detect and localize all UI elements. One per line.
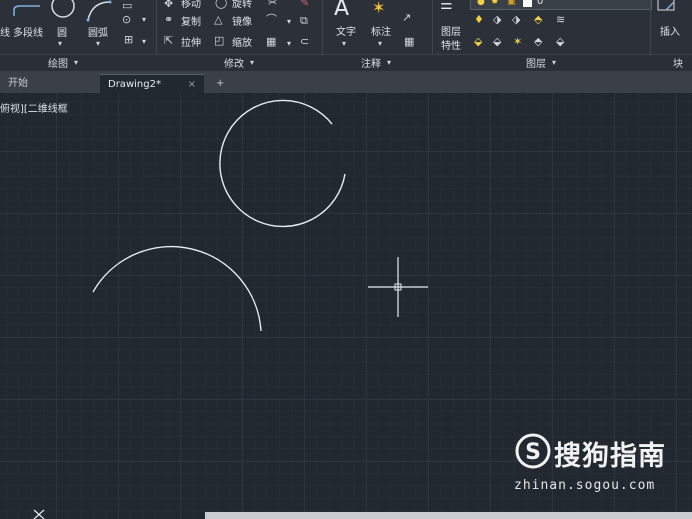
watermark-url: zhinan.sogou.com [514, 478, 656, 493]
arc-lower [92, 245, 262, 332]
watermark-brand: 搜狗指南 [554, 441, 666, 472]
circle-arc-upper [219, 99, 346, 228]
command-line-bar[interactable] [205, 512, 692, 519]
sogou-logo-icon: S [515, 433, 551, 469]
crosshair-cursor [368, 257, 428, 317]
svg-text:S: S [525, 440, 541, 465]
ucs-icon [33, 509, 45, 519]
